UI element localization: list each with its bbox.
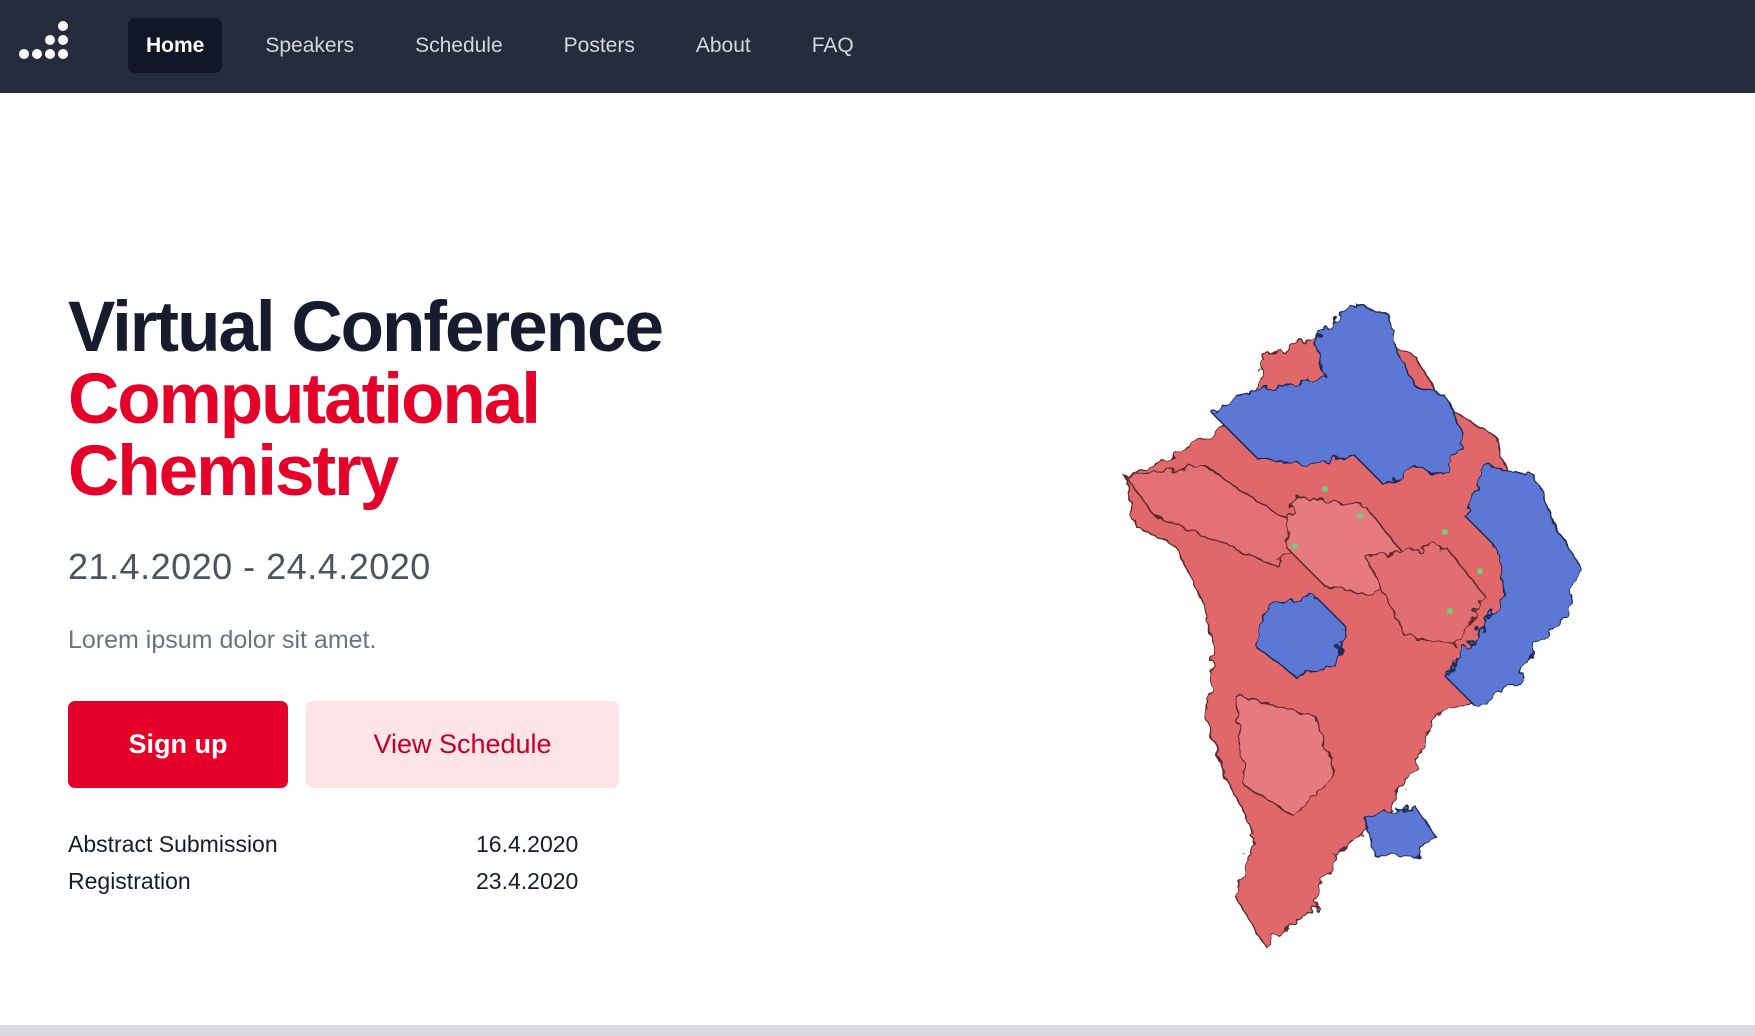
deadlines-list: Abstract Submission 16.4.2020 Registrati… [68,826,788,900]
page-title: Virtual Conference [68,288,664,367]
ribosome-molecule-image [1123,303,1581,948]
nav-menu: Home Speakers Schedule Posters About FAQ [128,18,897,73]
nav-item-about[interactable]: About [678,18,769,73]
view-schedule-button[interactable]: View Schedule [306,701,619,788]
nav-item-schedule[interactable]: Schedule [397,18,521,73]
deadline-row: Abstract Submission 16.4.2020 [68,826,788,863]
nav-item-posters[interactable]: Posters [546,18,653,73]
sign-up-button[interactable]: Sign up [68,701,288,788]
bottom-divider [0,1025,1755,1036]
subtitle-line-1: Computational [68,360,541,439]
cta-buttons: Sign up View Schedule [68,701,788,788]
hero-section: Virtual Conference Computational Chemist… [68,292,788,900]
tagline: Lorem ipsum dolor sit amet. [68,626,377,654]
nav-item-home[interactable]: Home [128,18,223,73]
nav-item-faq[interactable]: FAQ [794,18,872,73]
nav-item-speakers[interactable]: Speakers [247,18,372,73]
deadline-date: 23.4.2020 [476,868,579,894]
deadline-row: Registration 23.4.2020 [68,863,788,900]
logo-icon[interactable] [18,20,70,68]
deadline-label: Abstract Submission [68,831,278,857]
conference-dates: 21.4.2020 - 24.4.2020 [68,546,431,587]
subtitle-line-2: Chemistry [68,432,399,511]
deadline-label: Registration [68,868,191,894]
deadline-date: 16.4.2020 [476,831,579,857]
top-navbar: Home Speakers Schedule Posters About FAQ [0,0,1755,93]
